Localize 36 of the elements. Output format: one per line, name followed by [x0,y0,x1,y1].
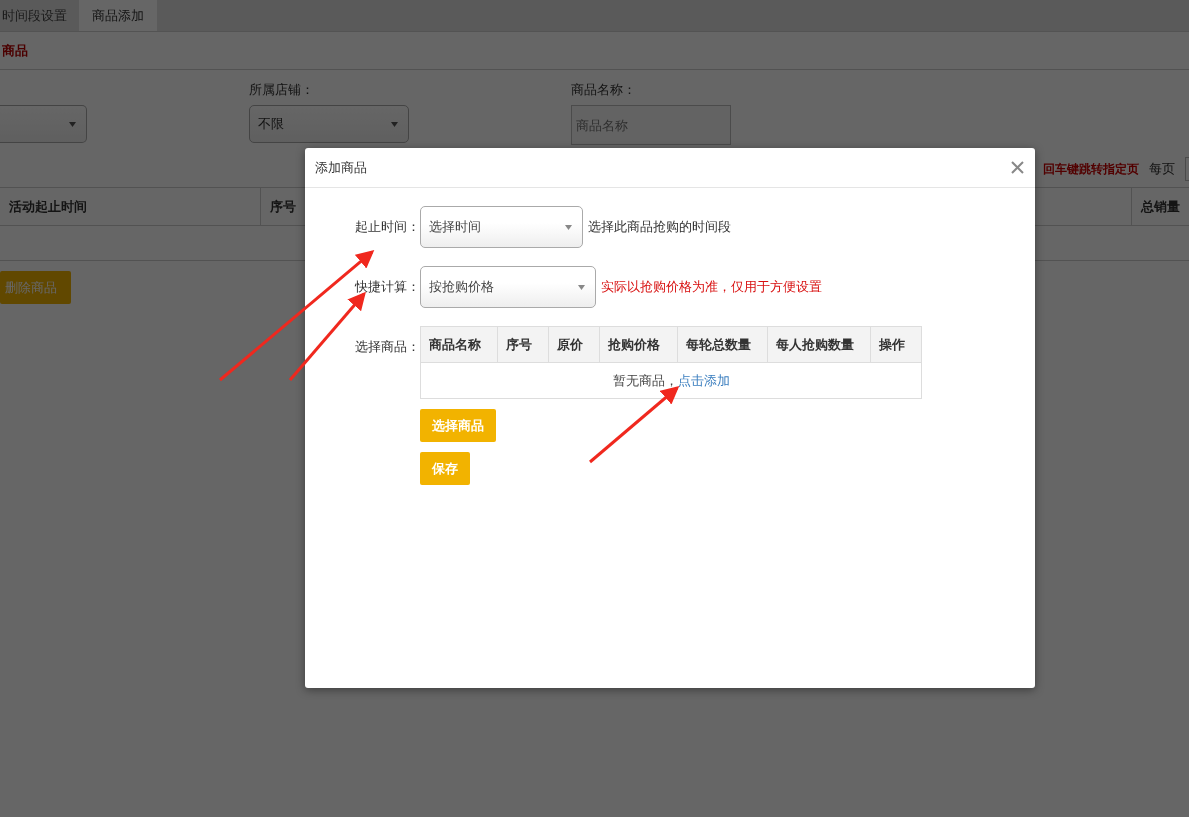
caret-icon [565,224,572,230]
dropdown[interactable]: 选择时间 [420,206,583,248]
field-label: 起止时间： [354,218,420,236]
caret-icon [578,284,585,290]
column-header: 序号 [498,327,550,362]
dropdown[interactable]: 按抢购价格 [420,266,596,308]
column-header: 操作 [877,335,906,354]
caret-icon [391,121,398,127]
tab[interactable]: 商品添加 [79,0,157,31]
pager-hint: 回车键跳转指定页 [1043,160,1139,178]
close-icon[interactable] [1011,161,1024,174]
tab[interactable]: 时间段设置 [0,0,79,31]
add-link[interactable]: 点击添加 [677,371,730,390]
filter-label: 商品名称： [571,81,637,98]
hint-text: 实际以抢购价格为准，仅用于方便设置 [601,278,822,296]
dropdown[interactable] [0,105,87,143]
column-header: 总销量 [1131,188,1189,225]
dialog-title: 添加商品 [315,158,367,177]
hint-text: 选择此商品抢购的时间段 [588,218,731,236]
column-header: 活动起止时间 [0,188,261,225]
field-label: 选择商品： [354,338,420,356]
column-header: 抢购价格 [600,327,678,362]
column-header: 每人抢购数量 [767,327,871,362]
action-button[interactable]: 保存 [420,452,470,485]
action-button[interactable]: 选择商品 [420,409,496,442]
column-header: 原价 [549,327,601,362]
empty-text: 暂无商品， [612,371,678,390]
column-header: 每轮总数量 [677,327,768,362]
dropdown[interactable]: 不限 [249,105,409,143]
section-title: 商品 [2,41,28,60]
field-label: 快捷计算： [354,278,420,296]
caret-icon [69,121,76,127]
per-page-label: 每页 [1149,160,1175,178]
column-header: 商品名称 [421,327,499,362]
filter-label: 所属店铺： [249,81,315,98]
column-header: 序号 [269,197,297,216]
